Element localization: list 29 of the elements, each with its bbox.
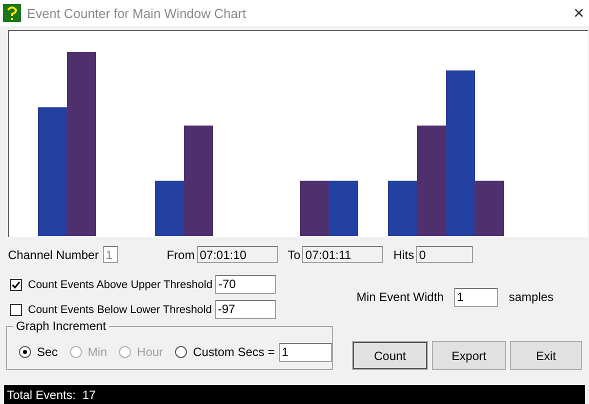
range-label: Hits — [393, 248, 414, 262]
window-title: Event Counter for Main Window Chart — [27, 6, 247, 20]
threshold-label: Count Events Below Lower Threshold — [28, 304, 212, 316]
min-width-field[interactable]: 1 — [454, 288, 498, 306]
min-width-label: Min Event Width — [356, 290, 444, 304]
custom-secs-field[interactable]: 1 — [278, 342, 332, 362]
range-label: From — [166, 248, 195, 262]
radio-option[interactable]: Sec — [19, 345, 58, 359]
range-field: 07:01:10 — [196, 246, 278, 263]
action-button[interactable]: Exit — [510, 341, 582, 370]
threshold-field[interactable]: -97 — [214, 300, 276, 319]
app-icon — [3, 4, 21, 22]
channel-label: Channel Number — [8, 248, 99, 262]
chart-bar — [300, 180, 329, 236]
range-field: 07:01:11 — [302, 246, 384, 263]
group-title: Graph Increment — [13, 319, 110, 333]
close-button[interactable]: ✕ — [573, 5, 585, 21]
status-text: Total Events: 17 — [7, 388, 96, 402]
action-button[interactable]: Export — [432, 341, 506, 370]
threshold-field[interactable]: -70 — [215, 275, 276, 294]
chart-bar — [329, 180, 358, 236]
threshold-label: Count Events Above Upper Threshold — [28, 278, 212, 290]
radio-option[interactable]: Custom Secs = — [175, 345, 275, 359]
checkbox[interactable] — [10, 304, 22, 316]
range-field: 0 — [416, 246, 474, 263]
range-label: To — [288, 248, 300, 262]
action-button[interactable]: Count — [352, 341, 428, 370]
unit-label: samples — [508, 290, 554, 304]
checkbox[interactable] — [10, 278, 22, 290]
